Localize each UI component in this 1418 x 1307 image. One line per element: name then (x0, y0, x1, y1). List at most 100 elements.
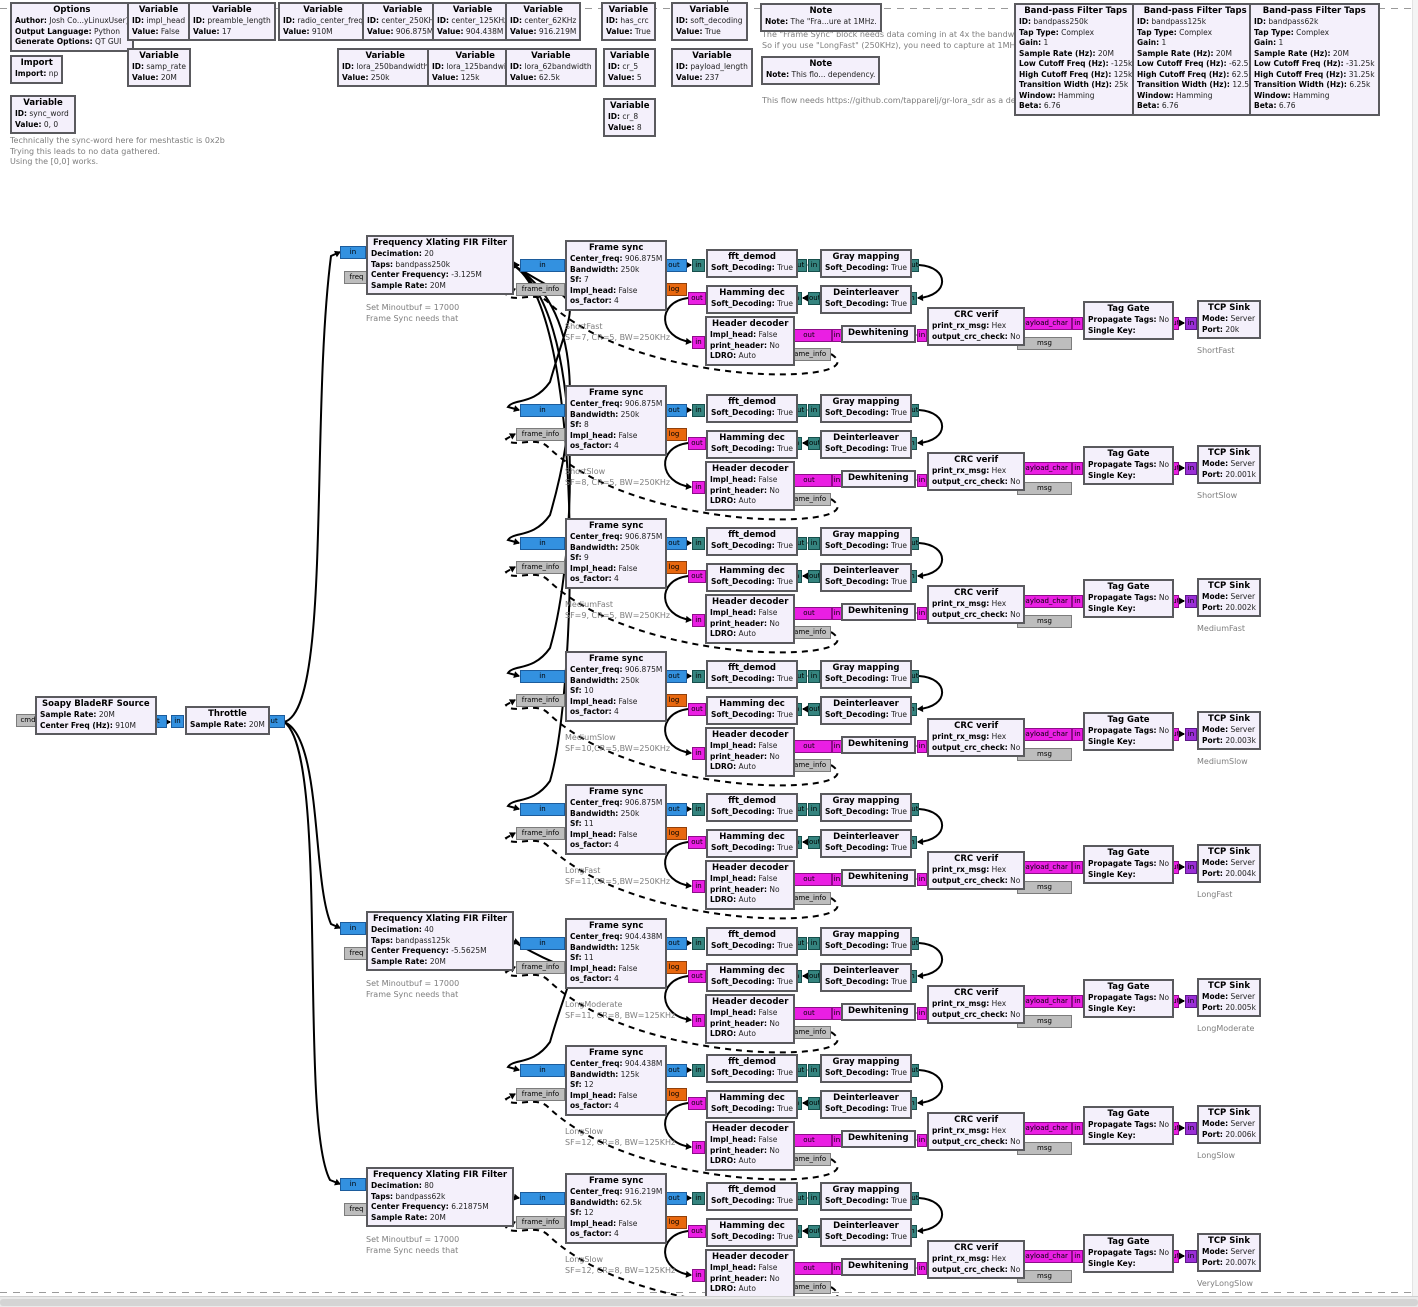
chain6-tcp-sink-in-port[interactable]: in (1185, 995, 1197, 1008)
chain5-header-decoder-block[interactable]: Header decoderImpl_head: Falseprint_head… (705, 860, 795, 910)
chain6-header-decoder-block[interactable]: Header decoderImpl_head: Falseprint_head… (705, 994, 795, 1044)
chain7-hamming-dec-out-port[interactable]: out (688, 1097, 706, 1110)
stream-wire[interactable] (918, 410, 942, 443)
chain6-gray-mapping-in-port[interactable]: in (808, 937, 820, 950)
bandpass-62k-block[interactable]: Band-pass Filter TapsID: bandpass62kTap … (1249, 3, 1380, 116)
variable-soft-decoding-block[interactable]: VariableID: soft_decodingValue: True (671, 2, 748, 41)
variable-lora-250bandwidth-block[interactable]: VariableID: lora_250bandwidthValue: 250k (337, 48, 433, 87)
variable-center-125khz-block[interactable]: VariableID: center_125KHzValue: 904.438M (432, 2, 513, 41)
chain6-tag-gate-in-port[interactable]: in (1072, 995, 1083, 1008)
chain3-frame-sync-in-port[interactable]: in (520, 537, 565, 550)
chain8-crc-verif-in-port[interactable]: in (917, 1262, 927, 1275)
chain2-header-decoder-in-port[interactable]: in (692, 481, 705, 494)
chain7-gray-mapping-block[interactable]: Gray mappingSoft_Decoding: True (820, 1054, 912, 1083)
chain5-header-decoder-in-port[interactable]: in (692, 880, 705, 893)
stream-wire[interactable] (918, 1070, 942, 1103)
chain7-frame-sync-frame-info-port[interactable]: frame_info (516, 1088, 565, 1101)
chain8-frame-sync-in-port[interactable]: in (520, 1192, 565, 1205)
chain8-hamming-dec-block[interactable]: Hamming decSoft_Decoding: True (706, 1218, 798, 1247)
chain7-fft-demod-block[interactable]: fft_demodSoft_Decoding: True (706, 1054, 798, 1083)
chain7-tcp-sink-in-port[interactable]: in (1185, 1122, 1197, 1135)
chain4-tag-gate-block[interactable]: Tag GatePropagate Tags: NoSingle Key: (1083, 712, 1174, 751)
bandpass-250k-block[interactable]: Band-pass Filter TapsID: bandpass250kTap… (1014, 3, 1137, 116)
chain4-gray-mapping-in-port[interactable]: in (808, 670, 820, 683)
chain7-deinterleaver-out-port[interactable]: out (808, 1097, 820, 1110)
variable-cr-8-block[interactable]: VariableID: cr_8Value: 8 (603, 98, 656, 137)
chain7-header-decoder-block[interactable]: Header decoderImpl_head: Falseprint_head… (705, 1121, 795, 1171)
chain5-gray-mapping-in-port[interactable]: in (808, 803, 820, 816)
chain6-header-decoder-in-port[interactable]: in (692, 1014, 705, 1027)
chain1-crc-verif-in-port[interactable]: in (917, 329, 927, 342)
chain2-gray-mapping-block[interactable]: Gray mappingSoft_Decoding: True (820, 394, 912, 423)
chain5-fft-demod-in-port[interactable]: in (692, 803, 705, 816)
stream-wire[interactable] (918, 809, 942, 842)
chain2-fft-demod-in-port[interactable]: in (692, 404, 705, 417)
chain5-tag-gate-in-port[interactable]: in (1072, 861, 1083, 874)
stream-wire[interactable] (918, 265, 942, 298)
chain2-tag-gate-block[interactable]: Tag GatePropagate Tags: NoSingle Key: (1083, 446, 1174, 485)
chain3-tcp-sink-in-port[interactable]: in (1185, 595, 1197, 608)
chain5-hamming-dec-block[interactable]: Hamming decSoft_Decoding: True (706, 829, 798, 858)
chain1-frame-sync-frame-info-port[interactable]: frame_info (516, 283, 565, 296)
chain7-frame-sync-block[interactable]: Frame syncCenter_freq: 904.438MBandwidth… (565, 1045, 667, 1116)
chain3-crc-verif-in-port[interactable]: in (917, 607, 927, 620)
chain8-hamming-dec-out-port[interactable]: out (688, 1225, 706, 1238)
chain4-fft-demod-block[interactable]: fft_demodSoft_Decoding: True (706, 660, 798, 689)
options-block[interactable]: OptionsAuthor: Josh Co...yLinuxUser)Outp… (10, 2, 134, 52)
chain6-deinterleaver-out-port[interactable]: out (808, 970, 820, 983)
chain3-hamming-dec-out-port[interactable]: out (688, 570, 706, 583)
chain2-tag-gate-in-port[interactable]: in (1072, 462, 1083, 475)
chain8-gray-mapping-block[interactable]: Gray mappingSoft_Decoding: True (820, 1182, 912, 1211)
chain4-tcp-sink-block[interactable]: TCP SinkMode: ServerPort: 20.003k (1197, 711, 1261, 750)
chain6-crc-verif-in-port[interactable]: in (917, 1007, 927, 1020)
chain4-header-decoder-in-port[interactable]: in (692, 747, 705, 760)
chain2-hamming-dec-block[interactable]: Hamming decSoft_Decoding: True (706, 430, 798, 459)
variable-center-62khz-block[interactable]: VariableID: center_62KHzValue: 916.219M (505, 2, 581, 41)
chain1-gray-mapping-in-port[interactable]: in (808, 259, 820, 272)
chain8-header-decoder-in-port[interactable]: in (692, 1269, 705, 1282)
chain1-dewhitening-block[interactable]: Dewhitening (841, 325, 916, 343)
chain2-header-decoder-block[interactable]: Header decoderImpl_head: Falseprint_head… (705, 461, 795, 511)
chain3-crc-verif-block[interactable]: CRC verifprint_rx_msg: Hexoutput_crc_che… (927, 585, 1025, 624)
chain3-deinterleaver-block[interactable]: DeinterleaverSoft_Decoding: True (820, 563, 912, 592)
chain2-gray-mapping-in-port[interactable]: in (808, 404, 820, 417)
chain6-fft-demod-in-port[interactable]: in (692, 937, 705, 950)
chain1-frame-sync-block[interactable]: Frame syncCenter_freq: 906.875MBandwidth… (565, 240, 667, 311)
horizontal-scrollbar-thumb[interactable] (0, 1299, 1418, 1306)
chain3-tag-gate-in-port[interactable]: in (1072, 595, 1083, 608)
chain8-deinterleaver-out-port[interactable]: out (808, 1225, 820, 1238)
vertical-scrollbar[interactable] (1412, 0, 1418, 1296)
variable-cr-5-block[interactable]: VariableID: cr_5Value: 5 (603, 48, 656, 87)
chain7-deinterleaver-block[interactable]: DeinterleaverSoft_Decoding: True (820, 1090, 912, 1119)
chain3-fft-demod-block[interactable]: fft_demodSoft_Decoding: True (706, 527, 798, 556)
chain8-deinterleaver-block[interactable]: DeinterleaverSoft_Decoding: True (820, 1218, 912, 1247)
chain1-tcp-sink-block[interactable]: TCP SinkMode: ServerPort: 20k (1197, 300, 1261, 339)
chain5-deinterleaver-out-port[interactable]: out (808, 836, 820, 849)
chain6-hamming-dec-block[interactable]: Hamming decSoft_Decoding: True (706, 963, 798, 992)
chain3-frame-sync-block[interactable]: Frame syncCenter_freq: 906.875MBandwidth… (565, 518, 667, 589)
chain5-frame-sync-block[interactable]: Frame syncCenter_freq: 906.875MBandwidth… (565, 784, 667, 855)
chain8-header-decoder-block[interactable]: Header decoderImpl_head: Falseprint_head… (705, 1249, 795, 1299)
chain2-hamming-dec-out-port[interactable]: out (688, 437, 706, 450)
chain8-frame-sync-block[interactable]: Frame syncCenter_freq: 916.219MBandwidth… (565, 1173, 667, 1244)
chain6-fft-demod-block[interactable]: fft_demodSoft_Decoding: True (706, 927, 798, 956)
chain8-tag-gate-block[interactable]: Tag GatePropagate Tags: NoSingle Key: (1083, 1234, 1174, 1273)
chain8-dewhitening-block[interactable]: Dewhitening (841, 1258, 916, 1276)
chain1-tag-gate-block[interactable]: Tag GatePropagate Tags: NoSingle Key: (1083, 301, 1174, 340)
chain1-tag-gate-in-port[interactable]: in (1072, 317, 1083, 330)
freq-xlating-fir-filter-125k-block[interactable]: Frequency Xlating FIR FilterDecimation: … (366, 911, 514, 971)
chain6-tcp-sink-block[interactable]: TCP SinkMode: ServerPort: 20.005k (1197, 978, 1261, 1017)
chain7-tag-gate-block[interactable]: Tag GatePropagate Tags: NoSingle Key: (1083, 1106, 1174, 1145)
chain6-frame-sync-block[interactable]: Frame syncCenter_freq: 904.438MBandwidth… (565, 918, 667, 989)
variable-lora-62bandwidth-block[interactable]: VariableID: lora_62bandwidthValue: 62.5k (505, 48, 597, 87)
variable-radio-center-freq-block[interactable]: VariableID: radio_center_freqValue: 910M (278, 2, 368, 41)
chain6-dewhitening-block[interactable]: Dewhitening (841, 1003, 916, 1021)
chain8-gray-mapping-in-port[interactable]: in (808, 1192, 820, 1205)
throttle-in-port[interactable]: in (171, 715, 184, 728)
chain7-hamming-dec-block[interactable]: Hamming decSoft_Decoding: True (706, 1090, 798, 1119)
chain4-tcp-sink-in-port[interactable]: in (1185, 728, 1197, 741)
chain8-fft-demod-in-port[interactable]: in (692, 1192, 705, 1205)
chain1-gray-mapping-block[interactable]: Gray mappingSoft_Decoding: True (820, 249, 912, 278)
chain3-header-decoder-block[interactable]: Header decoderImpl_head: Falseprint_head… (705, 594, 795, 644)
chain1-deinterleaver-block[interactable]: DeinterleaverSoft_Decoding: True (820, 285, 912, 314)
